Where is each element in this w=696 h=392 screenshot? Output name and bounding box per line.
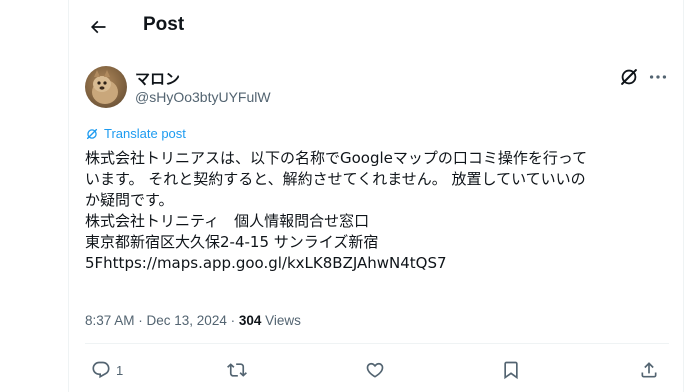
reply-icon (92, 361, 110, 379)
more-horizontal-icon (649, 75, 667, 79)
back-button[interactable] (81, 10, 115, 44)
views-count: 304 (238, 313, 262, 328)
avatar[interactable] (85, 66, 127, 108)
bookmark-button[interactable] (501, 360, 521, 380)
tweet-line: います。 それと契約すると、解約させてくれません。 放置していていいの (85, 170, 586, 188)
like-button[interactable] (365, 360, 385, 380)
post-column: Post マロン @sHyOo3btyUYFulW Translate post… (68, 0, 684, 392)
author-name[interactable]: マロン (135, 68, 180, 89)
share-button[interactable] (639, 360, 659, 380)
share-icon (641, 362, 657, 378)
more-options-button[interactable] (647, 66, 669, 88)
tweet-line: か疑問です。 (85, 191, 174, 209)
tweet-line-link[interactable]: 5Fhttps://maps.app.goo.gl/kxLK8BZJAhwN4t… (85, 253, 675, 274)
tweet-line: 株式会社トリニティ 個人情報問合せ窓口 (85, 212, 370, 230)
repost-button[interactable] (227, 360, 247, 380)
arrow-left-icon (90, 20, 106, 34)
page-title: Post (143, 14, 185, 35)
views-label: Views (261, 313, 301, 328)
divider (85, 343, 669, 344)
tweet-line: 東京都新宿区大久保2-4-15 サンライズ新宿 (85, 233, 379, 251)
grok-button[interactable] (618, 66, 640, 88)
like-icon (366, 362, 384, 378)
post-meta: 8:37 AM · Dec 13, 2024 · 304 Views (85, 313, 301, 328)
author-handle[interactable]: @sHyOo3btyUYFulW (135, 89, 271, 105)
reply-button[interactable]: 1 (91, 360, 123, 380)
translate-label: Translate post (104, 126, 186, 141)
translate-icon (86, 128, 98, 139)
repost-icon (227, 363, 247, 377)
bookmark-icon (504, 361, 518, 380)
tweet-line: 株式会社トリニアスは、以下の名称でGoogleマップの口コミ操作を行って (85, 149, 588, 167)
grok-icon (621, 69, 637, 85)
reply-count: 1 (116, 362, 124, 378)
timestamp[interactable]: 8:37 AM · Dec 13, 2024 · (85, 313, 239, 328)
translate-post-link[interactable]: Translate post (85, 126, 186, 141)
tweet-text: 株式会社トリニアスは、以下の名称でGoogleマップの口コミ操作を行って います… (85, 148, 675, 274)
header: Post (69, 0, 683, 56)
